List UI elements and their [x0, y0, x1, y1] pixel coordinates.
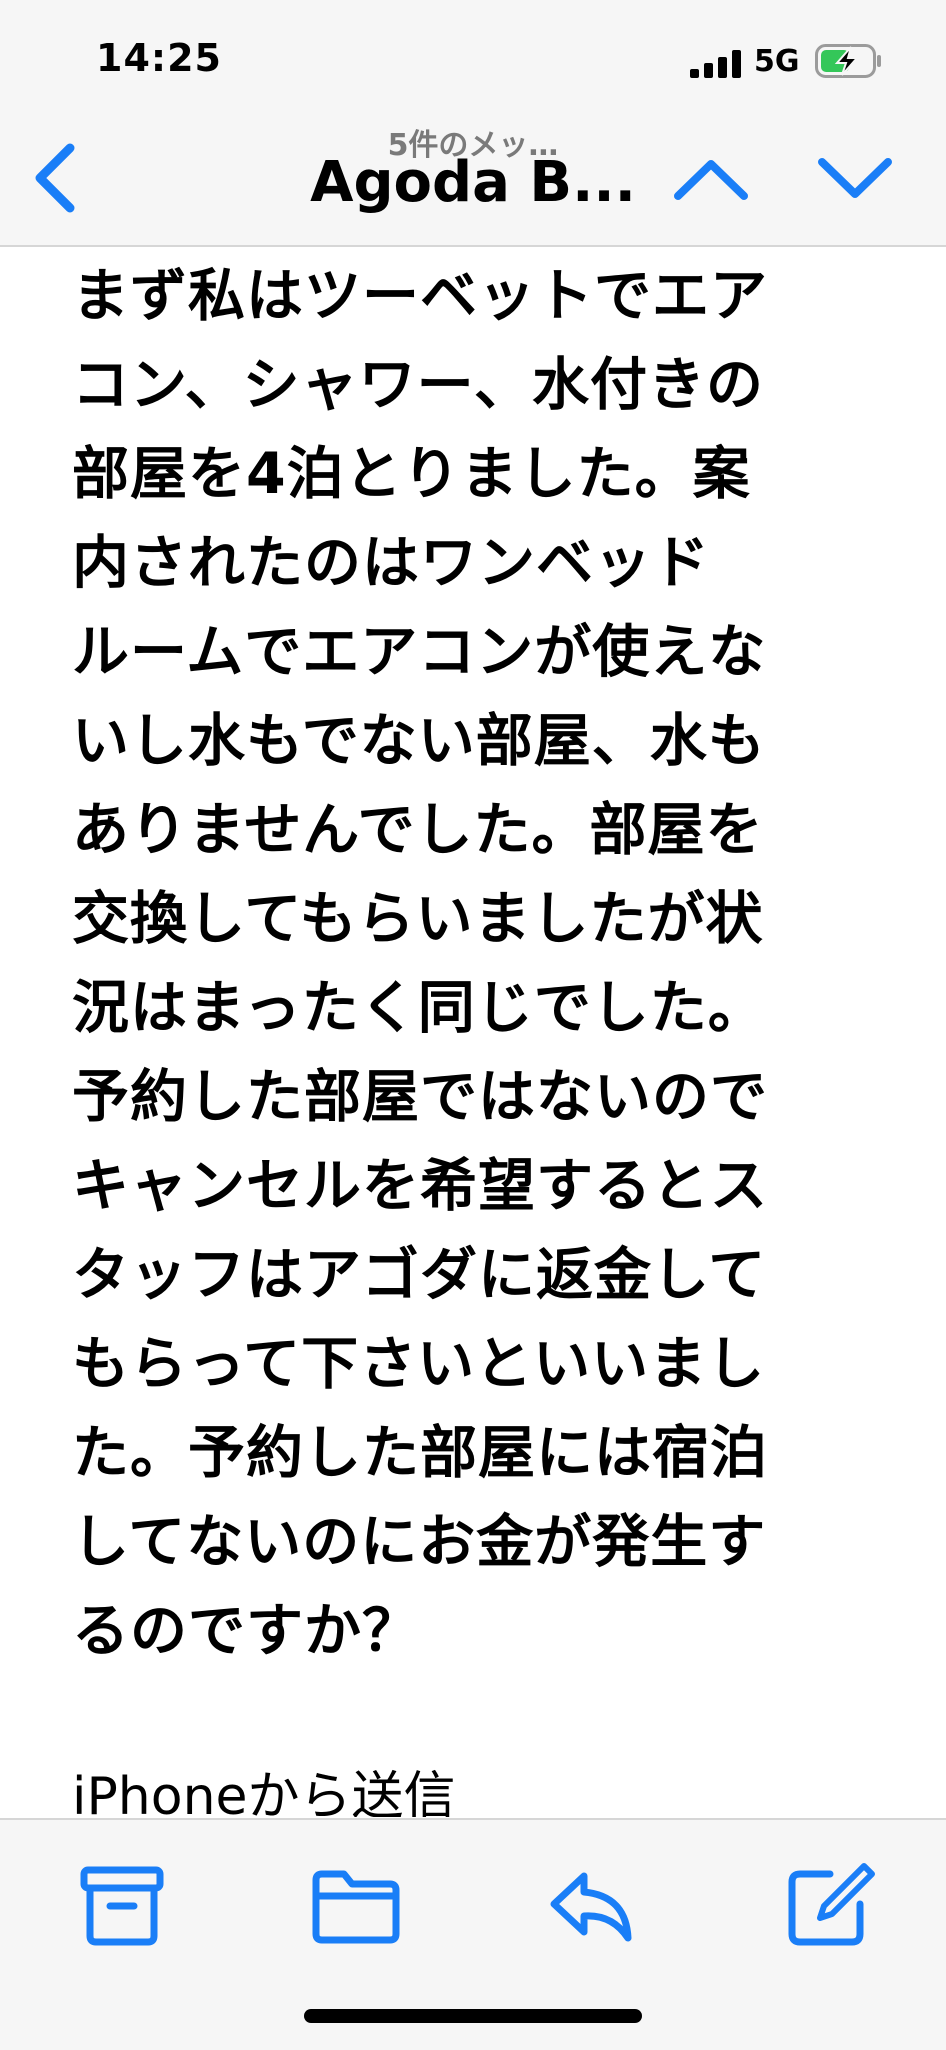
chevron-up-icon [674, 160, 748, 200]
status-time: 14:25 [96, 36, 222, 80]
chevron-left-icon [35, 143, 75, 213]
previous-message-button[interactable] [668, 146, 754, 210]
signature: iPhoneから送信 [72, 1767, 456, 1817]
archive-box-icon [80, 1866, 164, 1946]
reply-arrow-icon [550, 1872, 632, 1942]
network-type: 5G [754, 44, 800, 79]
message-body: まず私はツーベットでエア コン、シャワー、水付きの 部屋を4泊とりました。案 内… [72, 263, 768, 1664]
navigation-bar: 5件のメッ… Agoda B... [0, 120, 946, 247]
compose-button[interactable] [780, 1860, 876, 1950]
chevron-down-icon [818, 158, 892, 198]
sender-title: Agoda B... [310, 150, 636, 215]
next-message-button[interactable] [812, 146, 898, 210]
home-indicator[interactable] [304, 2009, 642, 2023]
message-content[interactable]: まず私はツーベットでエア コン、シャワー、水付きの 部屋を4泊とりました。案 内… [72, 252, 872, 1817]
compose-icon [788, 1863, 875, 1946]
reply-button[interactable] [544, 1860, 640, 1950]
folder-icon [312, 1870, 400, 1944]
back-button[interactable] [22, 138, 92, 218]
cellular-signal-icon [690, 50, 741, 78]
move-to-folder-button[interactable] [308, 1860, 404, 1950]
battery-charging-icon [815, 44, 881, 78]
status-bar: 14:25 5G [0, 0, 946, 120]
archive-button[interactable] [74, 1860, 170, 1950]
